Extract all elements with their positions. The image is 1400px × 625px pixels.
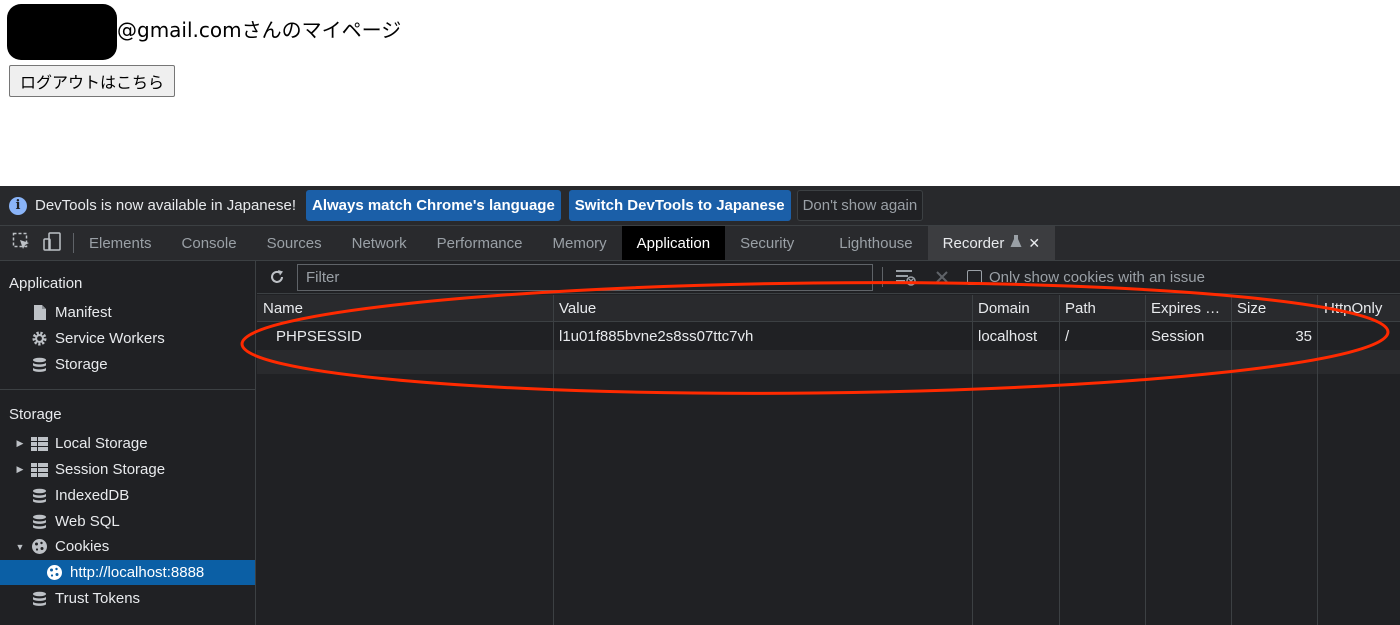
only-issue-checkbox[interactable] <box>967 269 982 285</box>
sidebar-item-label: Manifest <box>55 304 112 321</box>
experiment-flask-icon <box>1010 234 1022 252</box>
tab-lighthouse[interactable]: Lighthouse <box>824 226 927 260</box>
sidebar-item-session-storage[interactable]: ▶ Session Storage <box>0 457 255 482</box>
sidebar-item-label: Trust Tokens <box>55 590 141 607</box>
tab-memory[interactable]: Memory <box>538 226 622 260</box>
cell-name: PHPSESSID <box>276 328 362 345</box>
tab-performance[interactable]: Performance <box>422 226 538 260</box>
expand-triangle-icon[interactable]: ▶ <box>13 464 27 475</box>
table-grid-icon <box>31 461 48 478</box>
refresh-icon[interactable] <box>257 269 297 285</box>
sidebar-divider <box>0 389 256 390</box>
tool-icons <box>0 231 74 255</box>
web-page: @gmail.comさんのマイページ ログアウトはこちら <box>0 0 1400 186</box>
application-sidebar: Application Manifest Service Workers Sto… <box>0 261 256 625</box>
cell-expires: Session <box>1151 328 1205 345</box>
close-icon[interactable]: ✕ <box>1028 235 1040 252</box>
cookies-toolbar: Only show cookies with an issue <box>257 261 1400 294</box>
sidebar-item-label: http://localhost:8888 <box>70 564 205 581</box>
cell-path: / <box>1065 328 1070 345</box>
always-match-language-button[interactable]: Always match Chrome's language <box>305 190 561 221</box>
tab-console[interactable]: Console <box>167 226 252 260</box>
column-header-path[interactable]: Path <box>1065 300 1096 317</box>
tab-application[interactable]: Application <box>621 226 726 260</box>
sidebar-item-service-workers[interactable]: Service Workers <box>0 326 255 351</box>
switch-to-japanese-button[interactable]: Switch DevTools to Japanese <box>568 190 791 221</box>
info-icon: i <box>9 196 27 215</box>
tab-elements[interactable]: Elements <box>74 226 167 260</box>
tab-recorder-label: Recorder <box>942 234 1005 252</box>
empty-row <box>257 350 1400 374</box>
table-grid-icon <box>31 435 48 452</box>
column-header-value[interactable]: Value <box>559 300 596 317</box>
cell-value: l1u01f885bvne2s8ss07ttc7vh <box>559 328 754 345</box>
column-divider[interactable] <box>1059 295 1060 625</box>
column-divider[interactable] <box>1145 295 1146 625</box>
language-infobar: i DevTools is now available in Japanese!… <box>0 186 1400 226</box>
tab-sources[interactable]: Sources <box>252 226 337 260</box>
devtools-panel: i DevTools is now available in Japanese!… <box>0 186 1400 625</box>
sidebar-item-label: Storage <box>55 356 108 373</box>
tab-recorder[interactable]: Recorder ✕ <box>927 226 1056 260</box>
column-header-size[interactable]: Size <box>1237 300 1266 317</box>
database-icon <box>31 590 48 607</box>
cookie-icon <box>46 564 63 581</box>
inspect-element-icon[interactable] <box>12 232 31 255</box>
database-icon <box>31 513 48 530</box>
sidebar-item-cookies[interactable]: ▼ Cookies <box>0 534 255 559</box>
sidebar-item-label: Local Storage <box>55 435 148 452</box>
column-divider[interactable] <box>1231 295 1232 625</box>
column-header-domain[interactable]: Domain <box>978 300 1030 317</box>
column-divider[interactable] <box>972 295 973 625</box>
device-toolbar-icon[interactable] <box>43 231 63 255</box>
dont-show-again-button[interactable]: Don't show again <box>796 190 924 221</box>
sidebar-item-label: Web SQL <box>55 513 120 530</box>
sidebar-item-indexeddb[interactable]: IndexedDB <box>0 483 255 508</box>
clear-filtered-cookies-icon[interactable] <box>895 268 917 286</box>
sidebar-item-storage-overview[interactable]: Storage <box>0 352 255 377</box>
collapse-triangle-icon[interactable]: ▼ <box>13 542 27 552</box>
column-header-expires[interactable]: Expires … <box>1151 300 1220 317</box>
sidebar-item-web-sql[interactable]: Web SQL <box>0 509 255 534</box>
cookies-table: Name Value Domain Path Expires … Size Ht… <box>257 295 1400 625</box>
tab-security[interactable]: Security <box>725 226 824 260</box>
sidebar-item-label: Service Workers <box>55 330 165 347</box>
cell-domain: localhost <box>978 328 1038 345</box>
sidebar-item-label: Cookies <box>55 538 110 555</box>
sidebar-item-label: IndexedDB <box>55 487 130 504</box>
column-header-name[interactable]: Name <box>263 300 303 317</box>
delete-selected-icon[interactable] <box>935 270 949 284</box>
table-header: Name Value Domain Path Expires … Size Ht… <box>257 295 1400 322</box>
infobar-message: DevTools is now available in Japanese! <box>35 197 296 214</box>
file-icon <box>31 304 48 321</box>
sidebar-header-storage: Storage <box>9 406 62 423</box>
cookies-panel: Only show cookies with an issue Name Val… <box>257 261 1400 625</box>
table-row[interactable]: PHPSESSID l1u01f885bvne2s8ss07ttc7vh loc… <box>257 322 1400 350</box>
tab-network[interactable]: Network <box>337 226 422 260</box>
devtools-tabbar: Elements Console Sources Network Perform… <box>0 226 1400 261</box>
sidebar-item-trust-tokens[interactable]: Trust Tokens <box>0 586 255 611</box>
sidebar-item-manifest[interactable]: Manifest <box>0 300 255 325</box>
filter-input[interactable] <box>297 263 873 291</box>
cookie-icon <box>31 538 48 555</box>
cell-size: 35 <box>1295 328 1312 345</box>
toolbar-separator <box>882 267 883 287</box>
logout-button[interactable]: ログアウトはこちら <box>9 65 176 97</box>
column-header-httponly[interactable]: HttpOnly <box>1324 300 1382 317</box>
mypage-heading: @gmail.comさんのマイページ <box>117 18 402 42</box>
database-icon <box>31 487 48 504</box>
sidebar-item-label: Session Storage <box>55 461 166 478</box>
column-divider[interactable] <box>553 295 554 625</box>
sidebar-header-application: Application <box>9 275 83 292</box>
gear-icon <box>31 330 48 347</box>
sidebar-item-local-storage[interactable]: ▶ Local Storage <box>0 431 255 456</box>
column-divider[interactable] <box>1317 295 1318 625</box>
redacted-username <box>7 4 117 60</box>
only-issue-label: Only show cookies with an issue <box>989 268 1205 286</box>
database-icon <box>31 356 48 373</box>
expand-triangle-icon[interactable]: ▶ <box>13 438 27 449</box>
sidebar-item-cookie-origin[interactable]: http://localhost:8888 <box>0 560 255 585</box>
